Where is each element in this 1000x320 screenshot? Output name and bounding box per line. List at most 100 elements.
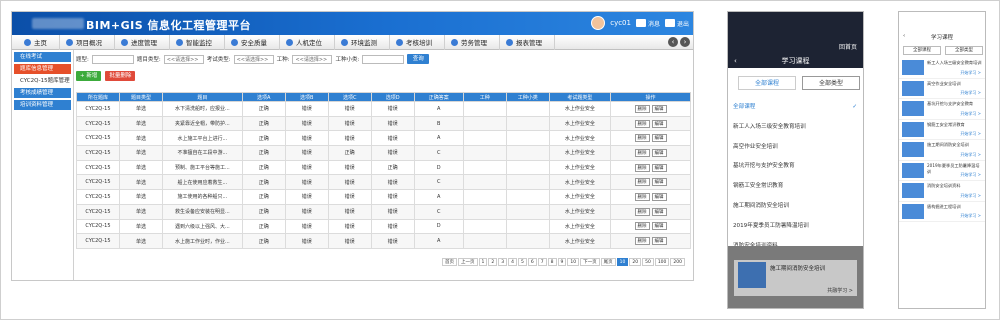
edit-row-button[interactable]: 编辑	[651, 192, 667, 201]
table-row[interactable]: CYC2Q-15 单选 船上在使用应着救生... 正确 错误 错误 错误 C 水上作业安全 删除编…	[76, 174, 691, 191]
nav-next-button[interactable]: ›	[680, 37, 690, 47]
page-button[interactable]: 200	[670, 258, 685, 266]
start-learning-link[interactable]: 开始学习 >	[960, 172, 981, 178]
page-button[interactable]: 尾页	[600, 258, 616, 266]
work-subtype-input[interactable]	[362, 54, 405, 64]
exam-type-select[interactable]: <<请选择>>	[233, 54, 274, 64]
table-row[interactable]: CYC2Q-15 单选 水上施工平台上进行... 正确 错误 错误 错误 A 水上作业安全 删除编…	[76, 130, 691, 147]
user-name[interactable]: cyc01	[610, 19, 631, 27]
page-button[interactable]: 9	[557, 258, 567, 266]
nav-item-project[interactable]: 项目概况	[60, 34, 115, 50]
edit-row-button[interactable]: 编辑	[651, 134, 667, 143]
dropdown-option[interactable]: 钢筋工安全常识教育	[732, 177, 863, 197]
course-card[interactable]: 消防安全培训资料 开始学习 >	[899, 181, 985, 202]
sidebar-item-question-bank[interactable]: 题库信息管理	[14, 64, 71, 74]
delete-row-button[interactable]: 删除	[634, 178, 650, 187]
page-button[interactable]: 50	[642, 258, 654, 266]
question-type-select[interactable]: <<请选择>>	[163, 54, 204, 64]
col-header[interactable]: 正确答案	[413, 92, 464, 102]
sidebar-subitem-bank[interactable]: CYC2Q-15题库管理	[12, 76, 73, 86]
nav-item-training[interactable]: 考核培训	[390, 34, 445, 50]
nav-item-monitor[interactable]: 智能监控	[170, 34, 225, 50]
page-button[interactable]: 1	[478, 258, 488, 266]
nav-item-home[interactable]: 主页	[18, 34, 60, 50]
table-row[interactable]: CYC2Q-15 单选 水上施工作业时，作业... 正确 错误 错误 错误 A 水上作业安全 删除…	[76, 233, 691, 249]
table-row[interactable]: CYC2Q-15 单选 预制、施工平台等施工... 正确 错误 错误 正确 D 水上作业安全 删除…	[76, 159, 691, 176]
start-learning-link[interactable]: 开始学习 >	[960, 193, 981, 199]
col-header[interactable]: 题目	[161, 92, 243, 102]
page-button[interactable]: 8	[547, 258, 557, 266]
table-row[interactable]: CYC2Q-15 单选 水下清洗船时，应报业... 正确 错误 错误 错误 A 水上作业安全 删除…	[76, 101, 691, 117]
delete-row-button[interactable]: 删除	[634, 207, 650, 216]
table-row[interactable]: CYC2Q-15 单选 夹紧靠近全帽，带防护... 正确 错误 错误 错误 B 水上作业安全 删除…	[76, 115, 691, 132]
start-learning-link[interactable]: 开始学习 >	[960, 90, 981, 96]
start-learning-link[interactable]: 开始学习 >	[960, 111, 981, 117]
home-button[interactable]: 回首页	[839, 42, 857, 51]
page-button[interactable]: 10	[567, 258, 580, 266]
course-card[interactable]: 2019年夏季员工防暑降温培训 开始学习 >	[899, 161, 985, 181]
course-card[interactable]: 高空作业安全培训 开始学习 >	[899, 79, 985, 99]
course-card[interactable]: 施工期间消防安全培训 开始学习 >	[899, 140, 985, 161]
edit-row-button[interactable]: 编辑	[651, 222, 667, 231]
course-card[interactable]: 新工人入场三级安全教育培训 开始学习 >	[899, 58, 985, 79]
nav-item-safety[interactable]: 安全质量	[225, 34, 280, 50]
dropdown-option[interactable]: 施工期间消防安全培训	[732, 197, 863, 217]
table-row[interactable]: CYC2Q-15 单选 救生设备应安装在明显... 正确 错误 错误 错误 C 水上作业安全 删除…	[76, 203, 691, 220]
delete-row-button[interactable]: 删除	[634, 237, 650, 246]
edit-row-button[interactable]: 编辑	[651, 207, 667, 216]
edit-row-button[interactable]: 编辑	[651, 119, 667, 128]
delete-row-button[interactable]: 删除	[634, 119, 650, 128]
col-header[interactable]: 选项A	[241, 92, 286, 102]
edit-row-button[interactable]: 编辑	[651, 163, 667, 172]
logout-button[interactable]: 退出	[664, 19, 689, 28]
page-button[interactable]: 3	[498, 258, 508, 266]
edit-row-button[interactable]: 编辑	[651, 178, 667, 187]
delete-row-button[interactable]: 删除	[634, 192, 650, 201]
page-button[interactable]: 7	[537, 258, 547, 266]
col-header[interactable]: 考试题类型	[548, 92, 612, 102]
delete-row-button[interactable]: 删除	[634, 104, 650, 113]
page-button[interactable]: 4	[508, 258, 517, 266]
back-icon[interactable]: ‹	[734, 54, 737, 68]
page-button[interactable]: 下一页	[580, 258, 600, 266]
sidebar-item-materials[interactable]: 培训资料管理	[14, 100, 71, 110]
delete-row-button[interactable]: 删除	[634, 148, 650, 157]
page-button[interactable]: 6	[527, 258, 537, 266]
start-learning-link[interactable]: 开始学习 >	[960, 131, 981, 137]
nav-item-location[interactable]: 人机定位	[280, 34, 335, 50]
add-button[interactable]: + 新增	[76, 71, 102, 81]
delete-row-button[interactable]: 删除	[634, 222, 650, 231]
table-row[interactable]: CYC2Q-15 单选 遇到六级以上强风、大... 正确 错误 错误 错误 D 水上作业安全 删除…	[76, 218, 691, 235]
table-row[interactable]: CYC2Q-15 单选 施工使用的各种船只... 正确 错误 错误 错误 A 水上作业安全 删除编…	[76, 189, 691, 205]
page-button[interactable]: 10	[616, 258, 629, 266]
nav-prev-button[interactable]: ‹	[668, 37, 678, 47]
delete-row-button[interactable]: 删除	[634, 163, 650, 172]
course-card[interactable]: 基坑开挖与支护安全教育 开始学习 >	[899, 99, 985, 120]
dropdown-option[interactable]: 2019年夏季员工防暑降温培训	[732, 217, 863, 237]
course-filter-select[interactable]: 全部课程	[738, 76, 796, 90]
overlay-backdrop[interactable]: 施工期间消防安全培训 共融学习 >	[728, 246, 863, 308]
page-button[interactable]: 20	[629, 258, 642, 266]
search-button[interactable]: 查询	[407, 54, 430, 64]
avatar[interactable]	[591, 16, 606, 30]
table-row[interactable]: CYC2Q-15 单选 不准擅自在工段中游... 正确 错误 正确 错误 C 水上作业安全 删除编…	[76, 145, 691, 161]
type-filter-select[interactable]: 全部类型	[945, 45, 983, 55]
edit-row-button[interactable]: 编辑	[651, 237, 667, 246]
batch-delete-button[interactable]: 批量删除	[105, 71, 136, 81]
messages-button[interactable]: 消息	[635, 19, 660, 28]
delete-row-button[interactable]: 删除	[634, 134, 650, 143]
start-learning-link[interactable]: 开始学习 >	[960, 152, 981, 158]
work-type-select[interactable]: <<请选择>>	[292, 54, 333, 64]
start-learning-link[interactable]: 开始学习 >	[960, 70, 981, 76]
page-button[interactable]: 首页	[442, 258, 457, 266]
col-header[interactable]: 所在题库	[76, 92, 120, 102]
nav-item-reports[interactable]: 报表管理	[500, 34, 555, 50]
col-header[interactable]: 选项D	[370, 92, 415, 102]
page-button[interactable]: 2	[488, 258, 498, 266]
type-filter-select[interactable]: 全部类型	[802, 76, 860, 90]
sidebar-item-online-exam[interactable]: 在线考试	[14, 52, 71, 62]
edit-row-button[interactable]: 编辑	[651, 148, 667, 157]
course-card[interactable]: 钢筋工安全常识教育 开始学习 >	[899, 120, 985, 140]
sidebar-item-scores[interactable]: 考核成绩管理	[14, 88, 71, 98]
course-card[interactable]: 盾构掘进工程培训 开始学习 >	[899, 202, 985, 222]
